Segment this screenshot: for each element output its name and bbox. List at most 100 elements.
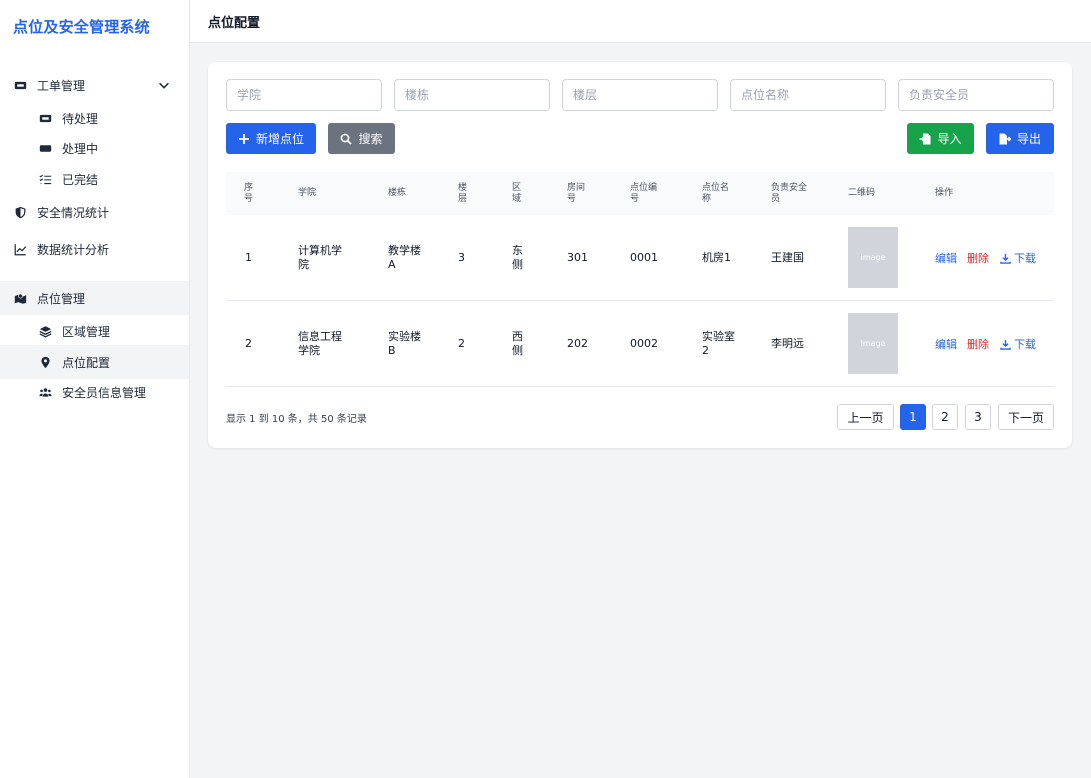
- list-check-icon: [38, 172, 52, 186]
- cell-room: 202: [567, 337, 588, 350]
- delete-link[interactable]: 删除: [967, 301, 989, 387]
- map-icon: [13, 291, 27, 305]
- map-pin-icon: [38, 355, 52, 369]
- prev-page-button[interactable]: 上一页: [837, 404, 894, 430]
- sidebar-item-safety-stats[interactable]: 安全情况统计: [0, 195, 189, 229]
- plus-icon: [238, 133, 249, 144]
- file-export-icon: [999, 133, 1011, 144]
- cell-area: 西 侧: [512, 330, 523, 357]
- table-row: 1 计算机学 院 教学楼 A 3 东 侧 301 0001 机房1 王建国 Im…: [226, 215, 1054, 301]
- delete-link[interactable]: 删除: [967, 215, 989, 301]
- qr-code-image[interactable]: Image: [848, 313, 898, 374]
- header-officer: 负责安全 员: [771, 182, 808, 204]
- search-label: 搜索: [358, 132, 383, 146]
- cell-building: 实验楼 B: [388, 330, 421, 357]
- cell-college: 信息工程 学院: [298, 330, 342, 357]
- table-header: 序 号 学院 楼栋 楼 层 区 域 房间 号 点位编 号 点位名 称 负责安全 …: [226, 172, 1054, 215]
- next-page-button[interactable]: 下一页: [998, 404, 1054, 430]
- page-button-1[interactable]: 1: [900, 404, 926, 430]
- import-button[interactable]: 导入: [907, 123, 974, 154]
- export-button[interactable]: 导出: [986, 123, 1054, 154]
- add-point-label: 新增点位: [255, 132, 304, 146]
- cell-officer: 李明远: [771, 337, 804, 350]
- sidebar: 点位及安全管理系统 工单管理 待处理 处理中 已完结 安全情况统计 数据统计分析: [0, 0, 190, 778]
- search-button[interactable]: 搜索: [328, 123, 395, 154]
- header-actions: 操作: [935, 188, 954, 198]
- sidebar-item-label: 点位管理: [37, 291, 86, 306]
- edit-link[interactable]: 编辑: [935, 215, 957, 301]
- header-building: 楼栋: [388, 188, 407, 198]
- qr-code-image[interactable]: Image: [848, 227, 898, 288]
- cell-officer: 王建国: [771, 251, 804, 264]
- cell-code: 0002: [630, 337, 658, 350]
- header-college: 学院: [298, 188, 317, 198]
- edit-link[interactable]: 编辑: [935, 301, 957, 387]
- header-room: 房间 号: [567, 182, 586, 204]
- header-area: 区 域: [512, 182, 522, 204]
- cell-index: 2: [245, 337, 252, 350]
- sidebar-item-label: 数据统计分析: [37, 242, 110, 257]
- cell-college: 计算机学 院: [298, 244, 342, 271]
- search-icon: [341, 133, 353, 145]
- users-icon: [38, 385, 52, 399]
- download-icon: [1000, 253, 1011, 264]
- officer-filter-input[interactable]: [898, 79, 1054, 111]
- download-link[interactable]: 下载: [1000, 301, 1036, 387]
- sidebar-item-work-orders[interactable]: 工单管理: [0, 68, 189, 102]
- sidebar-item-officer-management[interactable]: 安全员信息管理: [0, 375, 189, 409]
- chart-line-icon: [13, 242, 27, 256]
- building-filter-input[interactable]: [394, 79, 550, 111]
- cell-index: 1: [245, 251, 252, 264]
- college-filter-input[interactable]: [226, 79, 382, 111]
- filter-bar: [226, 79, 1054, 111]
- header-code: 点位编 号: [630, 182, 658, 204]
- sidebar-item-label: 安全情况统计: [37, 205, 110, 220]
- sidebar-item-label: 区域管理: [62, 324, 111, 339]
- page-button-2[interactable]: 2: [932, 404, 958, 430]
- chevron-down-icon[interactable]: [157, 78, 171, 92]
- cell-name: 机房1: [702, 251, 731, 264]
- sidebar-item-point-config[interactable]: 点位配置: [0, 345, 189, 379]
- header-name: 点位名 称: [702, 182, 730, 204]
- sidebar-item-label: 点位配置: [62, 355, 111, 370]
- download-icon: [1000, 339, 1011, 350]
- cell-area: 东 侧: [512, 244, 523, 271]
- top-bar: 点位配置: [190, 0, 1091, 43]
- shield-icon: [13, 205, 27, 219]
- cell-code: 0001: [630, 251, 658, 264]
- header-index: 序 号: [244, 182, 254, 204]
- layers-icon: [38, 324, 52, 338]
- add-point-button[interactable]: 新增点位: [226, 123, 316, 154]
- page-button-3[interactable]: 3: [965, 404, 991, 430]
- floor-filter-input[interactable]: [562, 79, 718, 111]
- points-table: 序 号 学院 楼栋 楼 层 区 域 房间 号 点位编 号 点位名 称 负责安全 …: [226, 172, 1054, 387]
- sidebar-item-in-progress[interactable]: 处理中: [0, 131, 189, 165]
- export-label: 导出: [1016, 132, 1041, 146]
- cell-floor: 2: [458, 337, 465, 350]
- import-label: 导入: [937, 132, 962, 146]
- sidebar-item-area-management[interactable]: 区域管理: [0, 314, 189, 348]
- cell-name: 实验室 2: [702, 330, 735, 357]
- sidebar-item-data-analysis[interactable]: 数据统计分析: [0, 232, 189, 266]
- file-import-icon: [919, 133, 931, 144]
- sidebar-item-completed[interactable]: 已完结: [0, 162, 189, 196]
- point-name-filter-input[interactable]: [730, 79, 886, 111]
- download-link[interactable]: 下载: [1000, 215, 1036, 301]
- sidebar-item-label: 待处理: [62, 111, 99, 126]
- pagination-summary: 显示 1 到 10 条，共 50 条记录: [226, 414, 367, 425]
- sidebar-item-label: 工单管理: [37, 78, 86, 93]
- app-title: 点位及安全管理系统: [13, 18, 150, 36]
- page-title: 点位配置: [208, 16, 261, 31]
- ticket-icon: [38, 141, 52, 155]
- table-row: 2 信息工程 学院 实验楼 B 2 西 侧 202 0002 实验室 2 李明远…: [226, 301, 1054, 387]
- sidebar-item-point-management[interactable]: 点位管理: [0, 281, 189, 315]
- download-label: 下载: [1014, 338, 1036, 351]
- cell-building: 教学楼 A: [388, 244, 421, 271]
- sidebar-item-pending[interactable]: 待处理: [0, 101, 189, 135]
- sidebar-item-label: 处理中: [62, 141, 99, 156]
- ticket-icon: [13, 78, 27, 92]
- sidebar-item-label: 已完结: [62, 172, 99, 187]
- header-floor: 楼 层: [458, 182, 468, 204]
- header-qr: 二维码: [848, 188, 876, 198]
- point-config-card: 新增点位 搜索 导入 导出 序 号 学院 楼栋 楼 层 区 域 房间 号 点位编…: [208, 62, 1072, 448]
